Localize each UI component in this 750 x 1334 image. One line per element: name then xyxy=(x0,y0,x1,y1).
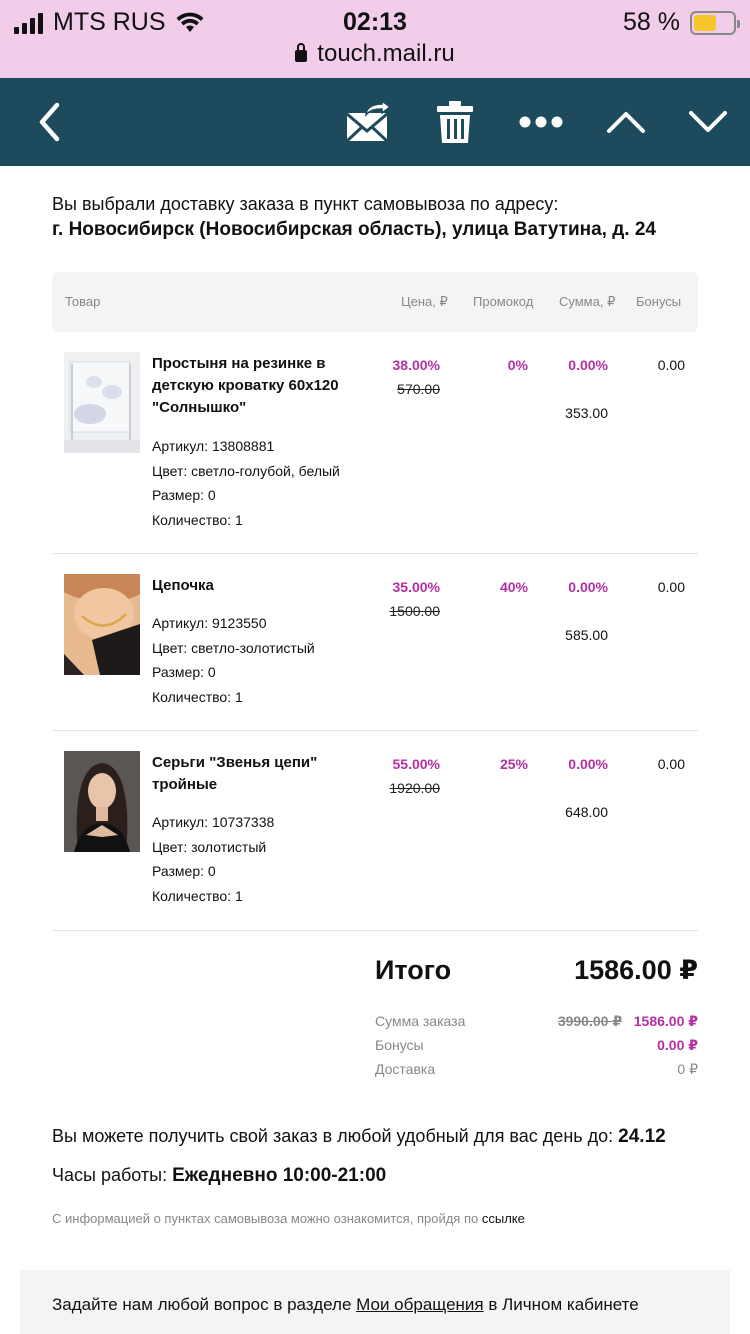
price-discount: 55.00% xyxy=(392,756,440,772)
product-quantity: Количество: 1 xyxy=(152,688,243,705)
bonus-total: 0.00 ₽ xyxy=(657,1037,698,1053)
back-chevron-icon xyxy=(39,102,60,142)
order-sum-values: 3990.00 ₽ 1586.00 ₽ xyxy=(558,1013,698,1030)
price-old: 570.00 xyxy=(397,381,440,397)
price-discount: 38.00% xyxy=(392,357,440,373)
footer-text: Задайте нам любой вопрос в разделе Мои о… xyxy=(52,1295,639,1315)
product-image[interactable] xyxy=(64,352,140,453)
battery-icon xyxy=(690,10,740,35)
sum-value: 585.00 xyxy=(565,627,608,643)
product-size: Размер: 0 xyxy=(152,487,216,503)
total-label: Итого xyxy=(375,955,452,985)
pickup-info: Вы можете получить свой заказ в любой уд… xyxy=(52,1100,698,1250)
sum-percent: 0.00% xyxy=(568,756,608,772)
order-sum-old: 3990.00 ₽ xyxy=(557,1013,623,1029)
product-quantity: Количество: 1 xyxy=(152,511,243,528)
product-info: Простыня на резинке в детскую кроватку 6… xyxy=(152,353,372,532)
lock-icon xyxy=(295,43,308,62)
url-text[interactable]: touch.mail.ru xyxy=(317,40,454,67)
bonus-value: 0.00 xyxy=(657,579,685,595)
delivery-value: 0 ₽ xyxy=(677,1061,698,1077)
working-hours-value: Ежедневно 10:00-21:00 xyxy=(172,1165,387,1186)
my-requests-link[interactable]: Мои обращения xyxy=(356,1295,483,1314)
bonus-value: 0.00 xyxy=(657,756,685,772)
order-totals: Итого 1586.00 ₽ Сумма заказа 3990.00 ₽ 1… xyxy=(52,930,698,1100)
pickup-note-link[interactable]: ссылке xyxy=(482,1211,525,1226)
product-article: Артикул: 10737338 xyxy=(152,814,275,830)
product-image[interactable] xyxy=(64,751,140,852)
pickup-note-text: С информацией о пунктах самовывоза можно… xyxy=(52,1211,479,1226)
trash-icon xyxy=(437,101,473,143)
delivery-intro: Вы выбрали доставку заказа в пункт самов… xyxy=(52,194,559,214)
price-old: 1920.00 xyxy=(389,780,440,796)
mail-toolbar xyxy=(0,78,750,166)
sum-value: 648.00 xyxy=(565,804,608,820)
chevron-up-icon xyxy=(607,112,645,133)
sum-percent: 0.00% xyxy=(568,579,608,595)
footer-help-box: Задайте нам любой вопрос в разделе Мои о… xyxy=(20,1270,730,1334)
product-name[interactable]: Серьги "Звенья цепи" тройные xyxy=(152,752,372,796)
battery-percent: 58 % xyxy=(623,8,680,36)
promo-value: 40% xyxy=(499,579,528,595)
product-quantity: Количество: 1 xyxy=(152,887,243,904)
product-color: Цвет: золотистый xyxy=(152,838,267,855)
header-bonus: Бонусы xyxy=(636,294,682,309)
price-old: 1500.00 xyxy=(389,603,440,619)
pickup-note: С информацией о пунктах самовывоза можно… xyxy=(52,1211,525,1226)
promo-value: 25% xyxy=(499,756,528,772)
table-header: Товар Цена, ₽ Промокод Сумма, ₽ Бонусы xyxy=(52,272,698,332)
email-body: Вы выбрали доставку заказа в пункт самов… xyxy=(52,166,698,931)
url-bar[interactable]: touch.mail.ru xyxy=(0,40,750,68)
promo-value: 0% xyxy=(507,357,528,373)
pickup-deadline: Вы можете получить свой заказ в любой уд… xyxy=(52,1126,666,1148)
footer-text-after: в Личном кабинете xyxy=(488,1295,639,1314)
product-article: Артикул: 9123550 xyxy=(152,615,267,631)
header-price: Цена, ₽ xyxy=(401,294,448,309)
product-size: Размер: 0 xyxy=(152,863,216,879)
header-promo: Промокод xyxy=(473,294,534,309)
reply-envelope-icon xyxy=(345,101,392,143)
sum-value: 353.00 xyxy=(565,405,608,421)
chevron-down-icon xyxy=(689,111,727,132)
product-size: Размер: 0 xyxy=(152,664,216,680)
header-product: Товар xyxy=(65,294,101,309)
order-sum-label: Сумма заказа xyxy=(375,1013,466,1029)
working-hours: Часы работы: Ежедневно 10:00-21:00 xyxy=(52,1165,386,1187)
table-row: Серьги "Звенья цепи" тройные Артикул: 10… xyxy=(52,731,698,931)
price-discount: 35.00% xyxy=(392,579,440,595)
sum-percent: 0.00% xyxy=(568,357,608,373)
next-message-button[interactable] xyxy=(684,78,732,166)
product-color: Цвет: светло-золотистый xyxy=(152,639,315,656)
product-name[interactable]: Простыня на резинке в детскую кроватку 6… xyxy=(152,353,372,419)
product-info: Цепочка Артикул: 9123550 Цвет: светло-зо… xyxy=(152,575,372,709)
total-value: 1586.00 ₽ xyxy=(574,955,698,985)
pickup-deadline-text: Вы можете получить свой заказ в любой уд… xyxy=(52,1126,614,1146)
status-bar: MTS RUS 02:13 58 % touch.mail.ru xyxy=(0,0,750,78)
delete-button[interactable] xyxy=(432,78,478,166)
delivery-address: г. Новосибирск (Новосибирская область), … xyxy=(52,219,656,240)
header-sum: Сумма, ₽ xyxy=(559,294,616,309)
product-article: Артикул: 13808881 xyxy=(152,438,275,454)
table-row: Простыня на резинке в детскую кроватку 6… xyxy=(52,332,698,554)
product-color: Цвет: светло-голубой, белый xyxy=(152,462,340,479)
product-image[interactable] xyxy=(64,574,140,675)
back-button[interactable] xyxy=(24,78,74,166)
bonus-value: 0.00 xyxy=(657,357,685,373)
order-sum-new: 1586.00 ₽ xyxy=(633,1013,698,1029)
previous-message-button[interactable] xyxy=(602,78,650,166)
table-row: Цепочка Артикул: 9123550 Цвет: светло-зо… xyxy=(52,554,698,731)
working-hours-label: Часы работы: xyxy=(52,1165,168,1185)
product-name[interactable]: Цепочка xyxy=(152,575,372,597)
more-button[interactable] xyxy=(514,78,568,166)
product-info: Серьги "Звенья цепи" тройные Артикул: 10… xyxy=(152,752,372,908)
pickup-deadline-date: 24.12 xyxy=(618,1126,666,1147)
delivery-label: Доставка xyxy=(375,1061,436,1077)
more-dots-icon xyxy=(519,116,563,128)
status-right: 58 % xyxy=(623,8,740,37)
bonus-label: Бонусы xyxy=(375,1037,424,1053)
footer-text-before: Задайте нам любой вопрос в разделе xyxy=(52,1295,352,1314)
reply-button[interactable] xyxy=(340,78,396,166)
